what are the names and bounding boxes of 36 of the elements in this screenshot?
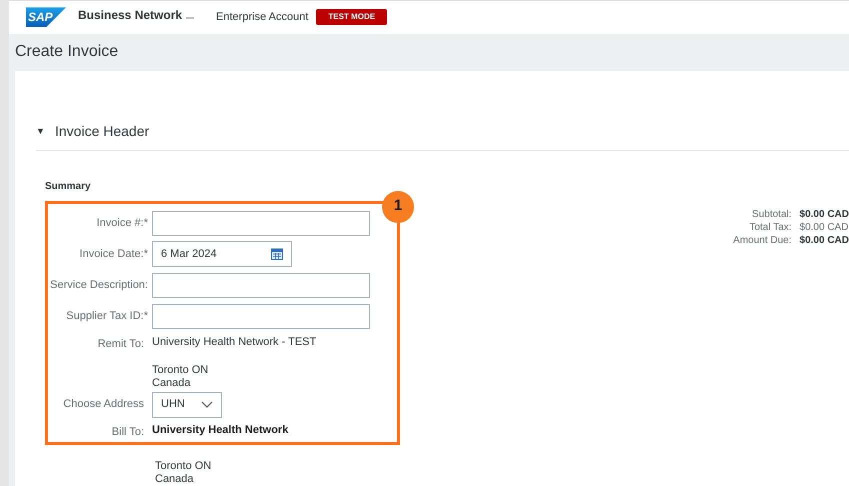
field-label: Invoice #:*	[96, 216, 148, 231]
test-mode-badge: TEST MODE	[316, 9, 388, 26]
summary-heading: Summary	[45, 180, 91, 192]
collapse-toggle[interactable]: ▼	[36, 124, 44, 138]
field-label: Bill To:	[112, 424, 144, 440]
field-label: Supplier Tax ID:*	[66, 308, 148, 324]
field-label: Service Description:	[50, 278, 148, 293]
total-value: $0.00 CAD	[800, 220, 849, 234]
page-title: Create Invoice	[15, 42, 118, 62]
address-line: Toronto ON	[155, 460, 212, 473]
text-field[interactable]	[152, 304, 370, 328]
chevron-down-icon	[201, 401, 213, 408]
total-label: Subtotal:	[751, 208, 792, 220]
text-field[interactable]	[152, 210, 370, 236]
calendar-icon[interactable]	[271, 248, 283, 260]
date-field[interactable]: 6 Mar 2024	[152, 241, 292, 267]
address-line: Toronto ON	[152, 364, 210, 376]
section-title: Invoice Header	[55, 122, 150, 141]
total-label: Total Tax:	[748, 220, 792, 234]
address-line: Canada	[152, 376, 192, 390]
address-name: University Health Network	[152, 424, 288, 436]
total-value: $0.00 CAD	[800, 234, 849, 246]
text-field[interactable]	[152, 272, 370, 298]
product-menu[interactable]: Business Network	[78, 6, 194, 24]
address-name: University Health Network - TEST	[152, 336, 316, 348]
address-dropdown[interactable]: UHN	[152, 392, 222, 418]
caret-icon	[186, 15, 194, 22]
callout-badge: 1	[382, 190, 414, 222]
logo[interactable]: SAP	[26, 7, 66, 28]
field-label: Invoice Date:*	[80, 246, 148, 262]
total-value: $0.00 CAD	[800, 208, 849, 220]
field-label: Remit To:	[98, 336, 144, 352]
account-label: Enterprise Account	[216, 10, 308, 26]
address-line: Canada	[155, 473, 195, 486]
field-label: Choose Address	[63, 397, 144, 412]
total-label: Amount Due:	[733, 234, 792, 246]
